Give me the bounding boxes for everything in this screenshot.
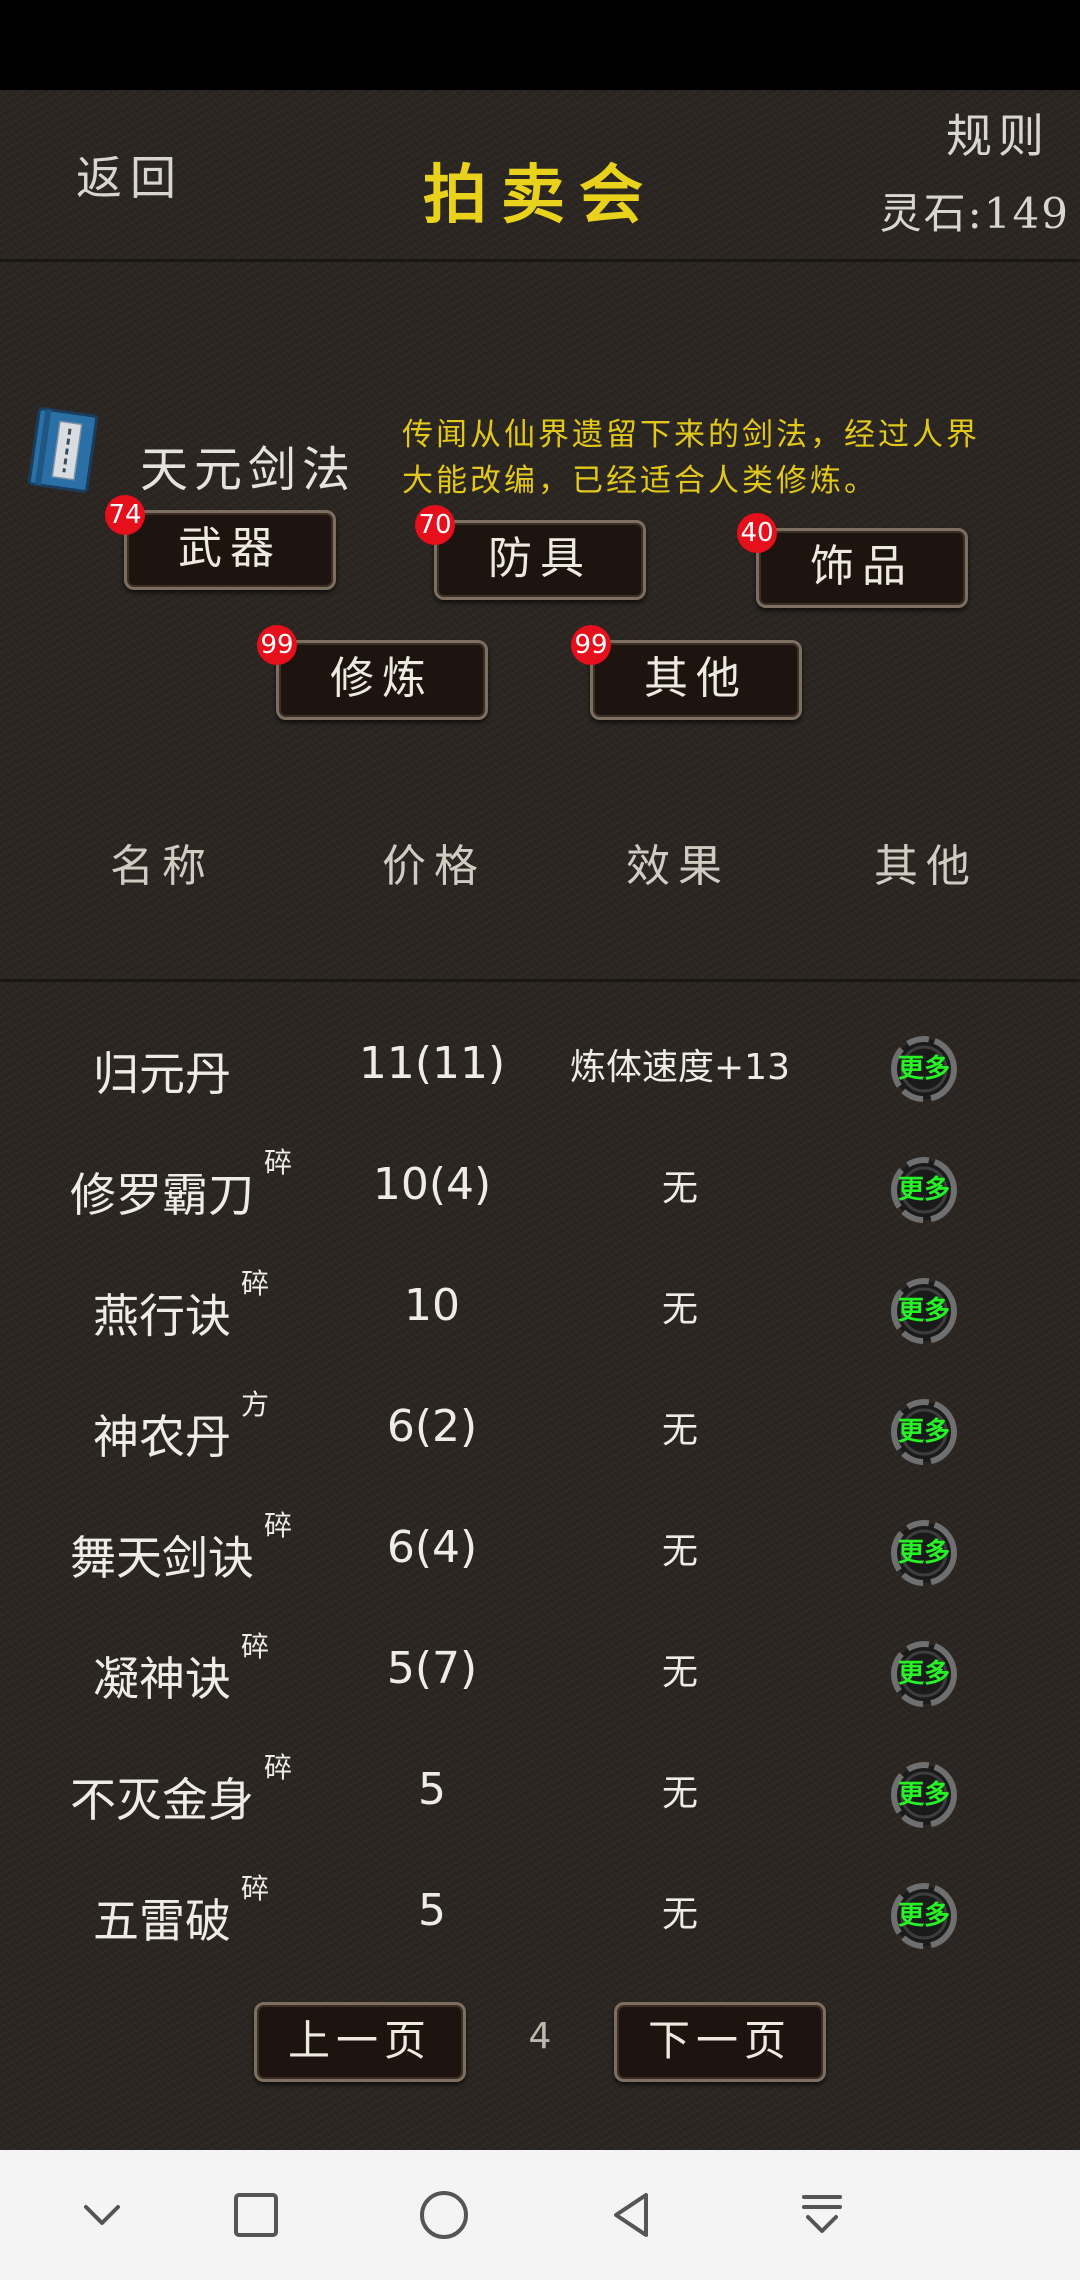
item-price: 10 — [404, 1280, 460, 1331]
more-label: 更多 — [897, 1296, 950, 1326]
count-badge: 99 — [571, 625, 611, 665]
item-tag: 方 — [241, 1388, 270, 1421]
item-tag: 碎 — [241, 1630, 270, 1663]
next-page-button[interactable]: 下一页 — [614, 2002, 826, 2082]
item-effect: 无 — [661, 1652, 699, 1693]
item-effect: 炼体速度+13 — [570, 1047, 790, 1088]
item-price: 6(2) — [386, 1401, 478, 1452]
more-button[interactable]: 更多 — [887, 1032, 961, 1106]
triangle-back-icon[interactable] — [602, 2185, 662, 2245]
item-price: 5 — [418, 1885, 446, 1936]
table-row: 燕行诀碎 10 无 更多 — [0, 1252, 1080, 1372]
system-navbar — [0, 2150, 1080, 2280]
featured-item-name: 天元剑法 — [140, 442, 357, 498]
item-effect: 无 — [661, 1894, 699, 1935]
item-effect: 无 — [661, 1531, 699, 1572]
more-button[interactable]: 更多 — [887, 1758, 961, 1832]
item-name: 修罗霸刀 — [70, 1168, 254, 1222]
more-label: 更多 — [897, 1417, 950, 1447]
category-label: 修炼 — [330, 653, 434, 704]
category-weapon-button[interactable]: 74 武器 — [105, 495, 336, 590]
column-header-other: 其他 — [874, 841, 978, 892]
item-tag: 碎 — [264, 1146, 293, 1179]
chevron-down-icon[interactable] — [72, 2185, 132, 2245]
category-other-button[interactable]: 99 其他 — [571, 625, 802, 720]
download-tray-icon[interactable] — [792, 2185, 852, 2245]
more-button[interactable]: 更多 — [887, 1516, 961, 1590]
item-name: 不灭金身 — [70, 1773, 254, 1827]
header: 返回 拍卖会 规则 灵石:149 — [0, 90, 1080, 262]
item-tag: 碎 — [241, 1267, 270, 1300]
item-name: 燕行诀 — [93, 1289, 231, 1343]
more-label: 更多 — [897, 1538, 950, 1568]
item-effect: 无 — [661, 1773, 699, 1814]
table-header: 名称 价格 效果 其他 — [0, 830, 1080, 910]
item-price: 10(4) — [372, 1159, 492, 1210]
column-header-price: 价格 — [382, 841, 486, 892]
square-icon[interactable] — [226, 2185, 286, 2245]
column-header-name: 名称 — [110, 841, 214, 892]
table-row: 凝神诀碎 5(7) 无 更多 — [0, 1615, 1080, 1735]
table-row: 不灭金身碎 5 无 更多 — [0, 1736, 1080, 1856]
status-bar — [0, 0, 1080, 90]
book-icon — [27, 407, 99, 493]
table-row: 神农丹方 6(2) 无 更多 — [0, 1373, 1080, 1493]
item-price: 5(7) — [386, 1643, 478, 1694]
item-price: 11(11) — [358, 1038, 506, 1089]
more-button[interactable]: 更多 — [887, 1153, 961, 1227]
more-button[interactable]: 更多 — [887, 1274, 961, 1348]
item-name: 凝神诀 — [93, 1652, 231, 1706]
count-badge: 40 — [737, 513, 777, 553]
item-tag: 碎 — [241, 1872, 270, 1905]
count-badge: 99 — [257, 625, 297, 665]
table-row: 五雷破碎 5 无 更多 — [0, 1857, 1080, 1977]
category-label: 其他 — [644, 653, 748, 704]
item-name: 归元丹 — [93, 1047, 231, 1101]
more-label: 更多 — [897, 1901, 950, 1931]
more-button[interactable]: 更多 — [887, 1637, 961, 1711]
table-row: 归元丹 11(11) 炼体速度+13 更多 — [0, 1010, 1080, 1130]
more-label: 更多 — [897, 1054, 950, 1084]
item-effect: 无 — [661, 1410, 699, 1451]
table-row: 修罗霸刀碎 10(4) 无 更多 — [0, 1131, 1080, 1251]
item-effect: 无 — [661, 1168, 699, 1209]
item-tag: 碎 — [264, 1751, 293, 1784]
more-button[interactable]: 更多 — [887, 1879, 961, 1953]
item-tag: 碎 — [264, 1509, 293, 1542]
item-price: 5 — [418, 1764, 446, 1815]
count-badge: 70 — [415, 505, 455, 545]
category-accessory-button[interactable]: 40 饰品 — [737, 513, 968, 608]
category-cultivation-button[interactable]: 99 修炼 — [257, 625, 488, 720]
item-name: 舞天剑诀 — [70, 1531, 254, 1585]
featured-item-description: 传闻从仙界遗留下来的剑法，经过人界大能改编，已经适合人类修炼。 — [402, 417, 980, 499]
column-header-effect: 效果 — [626, 841, 730, 892]
item-effect: 无 — [661, 1289, 699, 1330]
auction-screen: 返回 拍卖会 规则 灵石:149 天元剑法 传闻从仙界遗留下来的剑法，经过人界大… — [0, 90, 1080, 2150]
more-label: 更多 — [897, 1175, 950, 1205]
more-label: 更多 — [897, 1780, 950, 1810]
prev-page-button[interactable]: 上一页 — [254, 2002, 466, 2082]
table-row: 舞天剑诀碎 6(4) 无 更多 — [0, 1494, 1080, 1614]
page-number: 4 — [528, 2016, 552, 2057]
spirit-stone-count: 灵石:149 — [879, 189, 1070, 238]
item-name: 神农丹 — [93, 1410, 231, 1464]
item-price: 6(4) — [386, 1522, 478, 1573]
category-label: 防具 — [488, 533, 592, 584]
count-badge: 74 — [105, 495, 145, 535]
category-label: 武器 — [178, 523, 282, 574]
more-button[interactable]: 更多 — [887, 1395, 961, 1469]
rules-button[interactable]: 规则 — [946, 100, 1050, 166]
circle-icon[interactable] — [414, 2185, 474, 2245]
category-label: 饰品 — [810, 541, 914, 592]
item-name: 五雷破 — [93, 1894, 231, 1948]
more-label: 更多 — [897, 1659, 950, 1689]
category-armor-button[interactable]: 70 防具 — [415, 505, 646, 600]
